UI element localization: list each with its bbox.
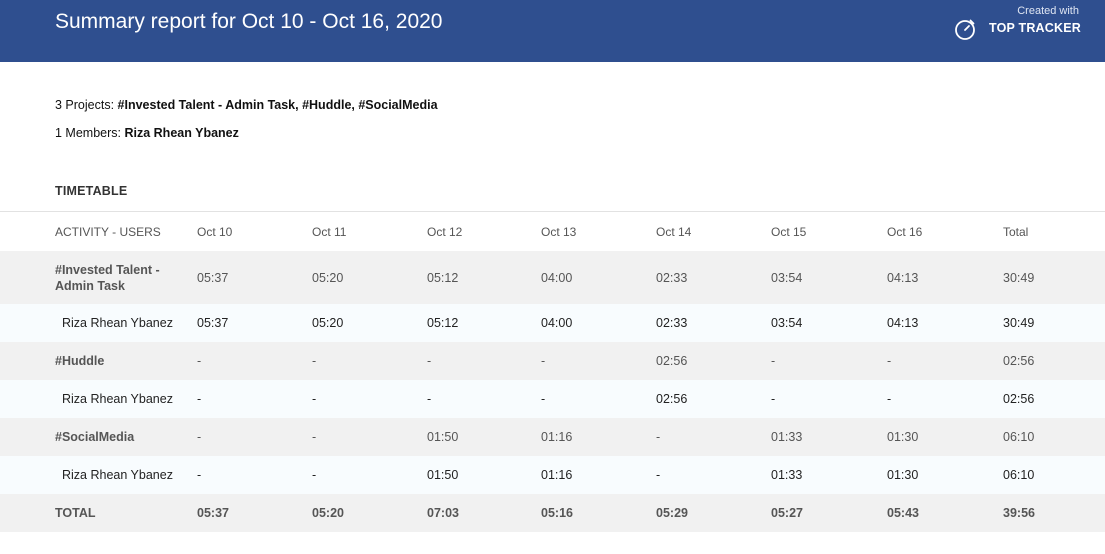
projects-label: 3 Projects: (55, 98, 115, 112)
time-cell: 06:10 (1003, 430, 1035, 444)
time-cell: 05:20 (312, 316, 344, 330)
time-cell: 05:27 (771, 506, 803, 520)
project-name: #SocialMedia (55, 430, 135, 444)
time-cell: - (312, 354, 317, 368)
member-row: Riza Rhean Ybanez - - - - 02:56 - - 02:56 (0, 380, 1105, 418)
time-cell: 02:56 (1003, 392, 1035, 406)
time-cell: - (656, 430, 661, 444)
time-cell: - (887, 354, 892, 368)
time-cell: 02:33 (656, 270, 688, 285)
members-summary: 1 Members: Riza Rhean Ybanez (55, 126, 239, 140)
time-cell: - (541, 392, 546, 406)
time-cell: - (312, 392, 317, 406)
time-cell: - (197, 468, 202, 482)
time-cell: 05:37 (197, 270, 229, 285)
time-cell: 04:13 (887, 316, 919, 330)
project-name: #Invested Talent - Admin Task (55, 262, 160, 293)
time-cell: 03:54 (771, 316, 803, 330)
time-cell: 39:56 (1003, 506, 1035, 520)
time-cell: - (427, 392, 432, 406)
time-cell: - (197, 430, 202, 444)
time-cell: 05:43 (887, 506, 919, 520)
project-row: #Huddle - - - - 02:56 - - 02:56 (0, 342, 1105, 380)
time-cell: 06:10 (1003, 468, 1035, 482)
member-row: Riza Rhean Ybanez 05:37 05:20 05:12 04:00 02:… (0, 304, 1105, 342)
time-cell: 05:20 (312, 270, 344, 285)
brand-badge[interactable]: Created with TOP TRACKER (941, 5, 1081, 45)
time-cell: 05:29 (656, 506, 688, 520)
projects-summary: 3 Projects: #Invested Talent - Admin Tas… (55, 98, 438, 112)
time-cell: 07:03 (427, 506, 459, 520)
column-header: ACTIVITY - USERS (55, 224, 161, 239)
report-header: Summary report for Oct 10 - Oct 16, 2020… (0, 0, 1105, 62)
total-label: TOTAL (55, 506, 96, 520)
time-cell: 01:50 (427, 468, 459, 482)
column-header: Oct 15 (771, 224, 807, 239)
time-cell: - (427, 354, 432, 368)
time-cell: 01:50 (427, 430, 459, 444)
time-cell: 01:30 (887, 430, 919, 444)
timetable-title: TIMETABLE (55, 184, 128, 198)
time-cell: - (771, 354, 776, 368)
stopwatch-icon (955, 19, 975, 40)
time-cell: - (771, 392, 776, 406)
time-cell: 04:13 (887, 270, 919, 285)
member-name: Riza Rhean Ybanez (62, 468, 173, 482)
time-cell: 30:49 (1003, 270, 1035, 285)
time-cell: 05:37 (197, 316, 229, 330)
time-cell: 03:54 (771, 270, 803, 285)
time-cell: 01:33 (771, 468, 803, 482)
time-cell: 02:56 (1003, 354, 1035, 368)
time-cell: 05:16 (541, 506, 573, 520)
member-row: Riza Rhean Ybanez - - 01:50 01:16 - 01:33 01:30… (0, 456, 1105, 494)
report-title: Summary report for Oct 10 - Oct 16, 2020 (55, 10, 443, 33)
column-header: Oct 13 (541, 224, 577, 239)
time-cell: - (197, 354, 202, 368)
member-name: Riza Rhean Ybanez (62, 316, 173, 330)
time-cell: 05:12 (427, 270, 459, 285)
column-header: Oct 16 (887, 224, 923, 239)
time-cell: 02:56 (656, 392, 688, 406)
members-value: Riza Rhean Ybanez (124, 126, 239, 140)
total-row: TOTAL 05:37 05:20 07:03 05:16 05:29 05:27 05:43… (0, 494, 1105, 532)
column-header: Oct 10 (197, 224, 233, 239)
project-row: #Invested Talent - Admin Task 05:37 05:20 0… (0, 251, 1105, 304)
time-cell: 02:33 (656, 316, 688, 330)
timetable: ACTIVITY - USERS Oct 10 Oct 11 Oct 12 Oct 13… (0, 211, 1105, 532)
time-cell: 30:49 (1003, 316, 1035, 330)
time-cell: 05:12 (427, 316, 459, 330)
time-cell: 04:00 (541, 270, 573, 285)
column-header: Total (1003, 224, 1029, 239)
time-cell: - (887, 392, 892, 406)
time-cell: 01:30 (887, 468, 919, 482)
brand-name: TOP TRACKER (988, 21, 1081, 35)
time-cell: 01:33 (771, 430, 803, 444)
time-cell: 05:37 (197, 506, 229, 520)
time-cell: - (312, 468, 317, 482)
time-cell: 01:16 (541, 468, 573, 482)
time-cell: - (312, 430, 317, 444)
column-header: Oct 14 (656, 224, 692, 239)
project-name: #Huddle (55, 354, 105, 368)
member-name: Riza Rhean Ybanez (62, 392, 173, 406)
column-header: Oct 12 (427, 224, 463, 239)
time-cell: - (656, 468, 661, 482)
time-cell: 01:16 (541, 430, 573, 444)
members-label: 1 Members: (55, 126, 121, 140)
table-header-row: ACTIVITY - USERS Oct 10 Oct 11 Oct 12 Oct 13… (0, 212, 1105, 251)
time-cell: - (541, 354, 546, 368)
created-with-label: Created with (1017, 5, 1079, 17)
projects-value: #Invested Talent - Admin Task, #Huddle, … (117, 98, 438, 112)
time-cell: 04:00 (541, 316, 573, 330)
time-cell: 05:20 (312, 506, 344, 520)
column-header: Oct 11 (312, 224, 347, 239)
time-cell: 02:56 (656, 354, 688, 368)
project-row: #SocialMedia - - 01:50 01:16 - 01:33 01:30 06:10 (0, 418, 1105, 456)
time-cell: - (197, 392, 202, 406)
